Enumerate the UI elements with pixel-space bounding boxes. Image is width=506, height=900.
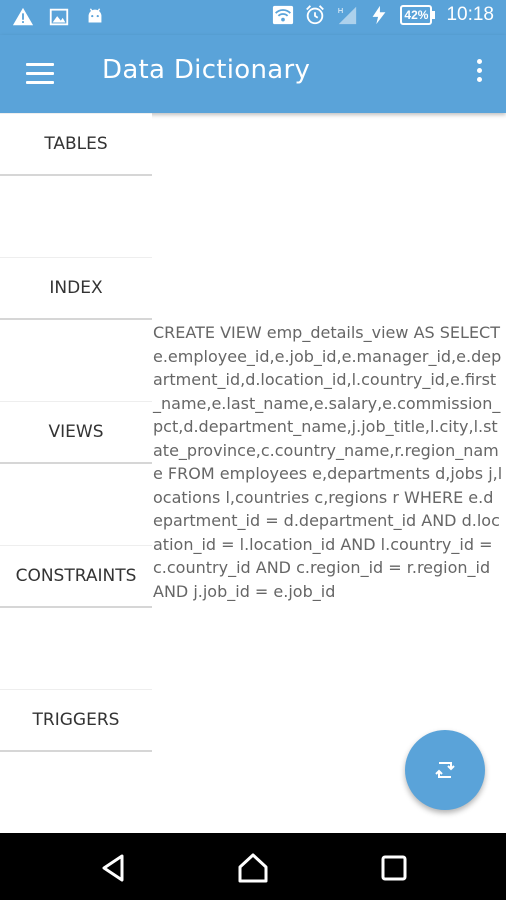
system-nav-bar (0, 833, 506, 900)
image-icon (49, 8, 69, 26)
nav-triggers-button[interactable]: TRIGGERS (0, 689, 152, 752)
warning-icon (12, 7, 34, 26)
app-title: Data Dictionary (102, 55, 311, 85)
home-icon[interactable] (236, 851, 270, 885)
nav-index-button[interactable]: INDEX (0, 257, 152, 320)
back-icon[interactable] (96, 851, 130, 885)
status-time: 10:18 (446, 4, 494, 25)
recents-icon[interactable] (377, 851, 411, 885)
swap-button[interactable] (405, 730, 485, 810)
app-bar: Data Dictionary (0, 35, 506, 113)
hamburger-menu-icon[interactable] (26, 63, 54, 85)
svg-text:H: H (338, 6, 343, 15)
charging-icon (373, 5, 386, 25)
android-icon (88, 8, 102, 23)
nav-constraints-button[interactable]: CONSTRAINTS (0, 545, 152, 608)
view-definition-text: CREATE VIEW emp_details_view AS SELECT e… (153, 323, 503, 601)
status-bar: H 42% 10:18 (0, 0, 506, 35)
status-notifications (12, 6, 106, 28)
status-system: H 42% 10:18 (272, 4, 494, 26)
wifi-icon (273, 5, 294, 25)
battery-icon: 42% (400, 5, 436, 25)
nav-views-button[interactable]: VIEWS (0, 401, 152, 464)
signal-icon: H (338, 6, 357, 25)
alarm-icon (306, 5, 325, 25)
more-vert-icon[interactable] (474, 59, 484, 89)
swap-icon (435, 762, 455, 778)
nav-tables-button[interactable]: TABLES (0, 113, 152, 176)
